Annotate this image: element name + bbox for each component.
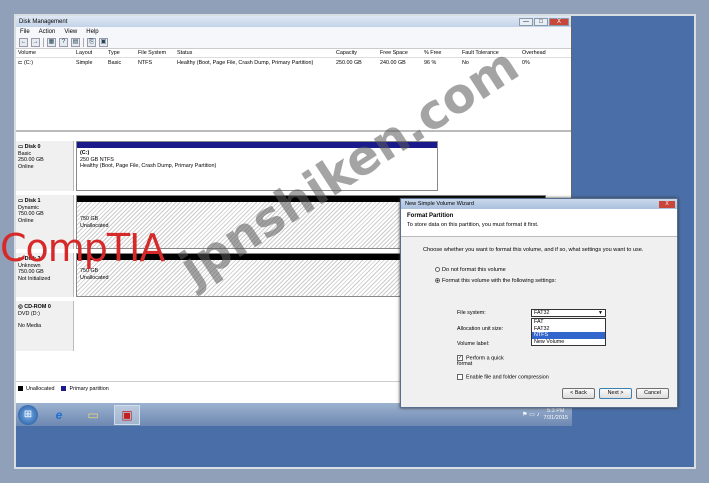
legend-primary: Primary partition	[69, 385, 109, 392]
cell-type: Basic	[108, 59, 122, 66]
cell-capacity: 250.00 GB	[336, 59, 362, 66]
radio-no-format[interactable]: Do not format this volume	[435, 267, 506, 273]
legend-unallocated: Unallocated	[26, 385, 55, 392]
comptia-watermark: CompTIA	[0, 226, 165, 270]
menu-action[interactable]: Action	[39, 29, 56, 35]
quick-format-checkbox[interactable]: ✓ Perform a quick format	[457, 355, 517, 367]
wizard-header-title: Format Partition	[407, 213, 454, 219]
col-capacity[interactable]: Capacity	[336, 50, 380, 56]
file-system-dropdown: FAT FAT32 NTFS New Volume	[531, 318, 606, 346]
toolbar-separator	[83, 38, 84, 47]
wizard-body: Choose whether you want to format this v…	[401, 237, 677, 387]
disk-management-taskbar-icon[interactable]: ▣	[114, 404, 140, 425]
radio-selected-icon	[435, 278, 440, 284]
cell-overhead: 0%	[522, 59, 530, 66]
clock-time: 5:3 PM	[547, 407, 565, 414]
menu-help[interactable]: Help	[86, 29, 98, 35]
window-title: Disk Management	[19, 18, 68, 25]
start-button[interactable]: ⊞	[18, 404, 38, 425]
wizard-titlebar[interactable]: New Simple Volume Wizard X	[401, 199, 677, 209]
properties-icon[interactable]: ▦	[47, 38, 56, 47]
disk-state: Not Initialized	[18, 275, 51, 282]
disk-info[interactable]: ◎ CD-ROM 0 DVD (D:) No Media	[16, 301, 74, 351]
col-status[interactable]: Status	[177, 50, 336, 56]
col-overhead[interactable]: Overhead	[522, 50, 562, 56]
tray-icons[interactable]: ⚑ ▭ ♪	[522, 411, 539, 418]
file-system-select[interactable]: FAT32 ▼	[531, 309, 606, 317]
connect-icon[interactable]: ⎘	[87, 38, 96, 47]
clock-date: 7/31/2015	[543, 414, 568, 421]
list-icon[interactable]: ▤	[71, 38, 80, 47]
system-tray: ⚑ ▭ ♪ 5:3 PM 7/31/2015	[522, 408, 572, 422]
cell-status: Healthy (Boot, Page File, Crash Dump, Pr…	[177, 59, 314, 66]
next-button[interactable]: Next >	[599, 388, 632, 399]
help-icon[interactable]: ?	[59, 38, 68, 47]
toolbar-separator	[43, 38, 44, 47]
allocation-unit-label: Allocation unit size:	[457, 326, 504, 332]
cell-volume: ⊏ (C:)	[18, 59, 33, 66]
disk-state: Online	[18, 163, 34, 170]
legend-swatch-unallocated	[18, 386, 23, 391]
wizard-close-button[interactable]: X	[659, 200, 675, 208]
col-layout[interactable]: Layout	[76, 50, 108, 56]
disk-state: No Media	[18, 323, 42, 329]
quick-format-label: Perform a quick format	[457, 355, 504, 368]
legend-swatch-primary	[61, 386, 67, 391]
wizard-title: New Simple Volume Wizard	[405, 201, 475, 207]
cell-layout: Simple	[76, 59, 93, 66]
volume-label-label: Volume label:	[457, 341, 490, 347]
compression-checkbox[interactable]: Enable file and folder compression	[457, 374, 549, 380]
wizard-prompt: Choose whether you want to format this v…	[423, 247, 644, 253]
menu-file[interactable]: File	[20, 29, 30, 35]
back-icon[interactable]: ←	[19, 38, 28, 47]
disk-info[interactable]: ▭ Disk 0 Basic 250.00 GB Online	[16, 141, 74, 191]
menu-view[interactable]: View	[64, 29, 77, 35]
checkbox-checked-icon: ✓	[457, 355, 463, 361]
checkbox-icon	[457, 374, 463, 380]
menu-bar: File Action View Help	[16, 27, 571, 37]
dropdown-option-new-volume[interactable]: New Volume	[532, 339, 605, 346]
col-volume[interactable]: Volume	[16, 50, 76, 56]
forward-icon[interactable]: →	[31, 38, 40, 47]
disk-type: DVD (D:)	[18, 310, 40, 317]
col-file-system[interactable]: File System	[138, 50, 177, 56]
maximize-button[interactable]: □	[534, 17, 548, 26]
window-titlebar[interactable]: Disk Management — □ X	[16, 16, 571, 27]
wizard-header-subtitle: To store data on this partition, you mus…	[407, 222, 539, 228]
cell-file-system: NTFS	[138, 59, 153, 66]
close-button[interactable]: X	[549, 17, 569, 26]
cell-free-space: 240.00 GB	[380, 59, 406, 66]
radio-no-format-label: Do not format this volume	[442, 267, 506, 273]
file-system-value: FAT32	[534, 310, 550, 316]
radio-format[interactable]: Format this volume with the following se…	[435, 278, 565, 284]
radio-icon	[435, 267, 440, 273]
back-button[interactable]: < Back	[562, 388, 595, 399]
file-system-label: File system:	[457, 310, 486, 316]
radio-format-label: Format this volume with the following se…	[442, 278, 557, 284]
new-simple-volume-wizard: New Simple Volume Wizard X Format Partit…	[400, 198, 678, 408]
wizard-header: Format Partition To store data on this p…	[401, 209, 677, 237]
clock[interactable]: 5:3 PM 7/31/2015	[544, 408, 568, 422]
rescan-icon[interactable]: ▣	[99, 38, 108, 47]
wizard-buttons: < Back Next > Cancel	[562, 388, 669, 399]
col-type[interactable]: Type	[108, 50, 138, 56]
disk-state: Online	[18, 217, 34, 224]
minimize-button[interactable]: —	[519, 17, 533, 26]
col-percent-free[interactable]: % Free	[424, 50, 462, 56]
cancel-button[interactable]: Cancel	[636, 388, 669, 399]
file-explorer-icon[interactable]: ▭	[80, 405, 106, 425]
compression-label: Enable file and folder compression	[466, 374, 549, 381]
chevron-down-icon: ▼	[598, 310, 603, 316]
internet-explorer-icon[interactable]: e	[46, 405, 72, 425]
col-free-space[interactable]: Free Space	[380, 50, 424, 56]
